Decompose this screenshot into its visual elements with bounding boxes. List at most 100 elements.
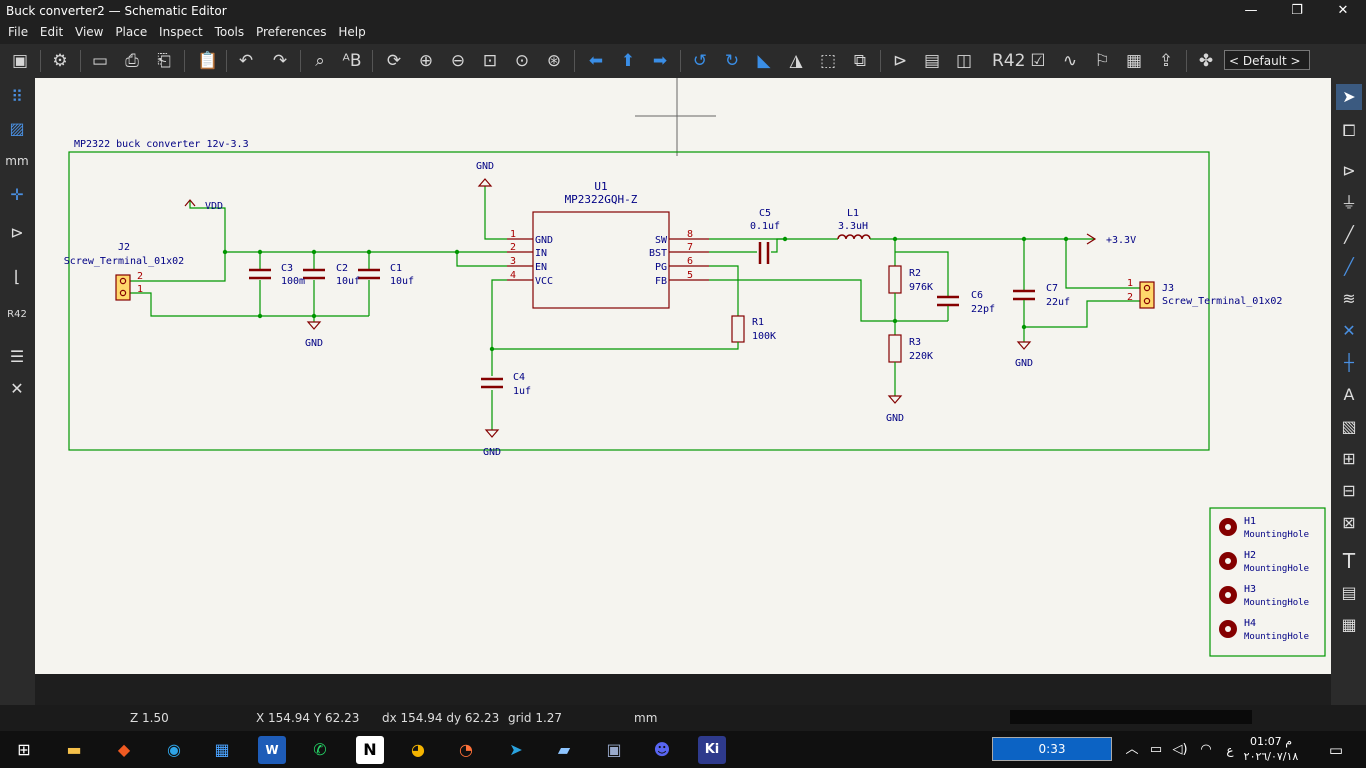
gnd-symbol-input[interactable]	[306, 321, 322, 330]
device-app-icon[interactable]: ▣	[600, 736, 628, 764]
find-replace-icon[interactable]: ᴬB	[340, 49, 364, 73]
rotate-ccw-icon[interactable]: ↺	[688, 49, 712, 73]
r3-body[interactable]	[888, 334, 902, 363]
store-icon[interactable]: ▦	[208, 736, 236, 764]
hierarchy-icon[interactable]: ☰	[4, 344, 30, 370]
menu-file[interactable]: File	[4, 22, 32, 39]
close-button[interactable]: ✕	[1320, 0, 1366, 22]
navigate-forward-icon[interactable]: ➡	[648, 49, 672, 73]
save-icon[interactable]: ▣	[8, 49, 32, 73]
assign-footprints-icon[interactable]: ⚐	[1090, 49, 1114, 73]
refresh-icon[interactable]: ⟳	[382, 49, 406, 73]
word-icon[interactable]: W	[258, 736, 286, 764]
zoom-objects-icon[interactable]: ⊙	[510, 49, 534, 73]
input-caps[interactable]	[249, 268, 380, 280]
add-table-icon[interactable]: ▦	[1336, 612, 1362, 638]
mounting-hole-h2[interactable]	[1219, 552, 1237, 570]
symbol-editor-icon[interactable]: ⊳	[888, 49, 912, 73]
u1-body[interactable]	[532, 211, 670, 309]
schematic-canvas[interactable]: MP2322 buck converter 12v-3.3 U1 MP2322G…	[35, 78, 1331, 674]
undo-icon[interactable]: ↶	[234, 49, 258, 73]
windows-start-icon[interactable]: ⊞	[10, 736, 38, 764]
system-clock[interactable]: 01:07 م ٢٠٢٦/٠٧/١٨	[1226, 734, 1316, 764]
maximize-button[interactable]: ❐	[1274, 0, 1320, 22]
menu-help[interactable]: Help	[334, 22, 369, 39]
pcb-editor-icon[interactable]: ✤	[1194, 49, 1218, 73]
speaker-icon[interactable]: ◁)	[1166, 736, 1194, 764]
overlay-grid-icon[interactable]: ▨	[4, 116, 30, 142]
menu-place[interactable]: Place	[111, 22, 151, 39]
wire-en[interactable]	[456, 252, 507, 267]
properties-icon[interactable]: ✕	[4, 376, 30, 402]
print-icon[interactable]: ⎙	[120, 49, 144, 73]
bom-export-icon[interactable]: ⇪	[1154, 49, 1178, 73]
schematic-setup-icon[interactable]: ⚙	[48, 49, 72, 73]
kicad-icon[interactable]: Ki	[698, 736, 726, 764]
edge-browser-icon[interactable]: ◉	[160, 736, 188, 764]
line-mode-icon[interactable]: ⌊	[4, 264, 30, 290]
add-global-label-icon[interactable]: ▧	[1336, 414, 1362, 440]
group-icon[interactable]: ⬚	[816, 49, 840, 73]
menu-edit[interactable]: Edit	[36, 22, 67, 39]
units-mm-button[interactable]: mm	[4, 148, 30, 174]
notion-icon[interactable]: N	[356, 736, 384, 764]
no-connect-icon[interactable]: ✕	[1336, 318, 1362, 344]
wire-pg[interactable]	[709, 265, 739, 316]
add-power-icon[interactable]: ⏚	[1336, 190, 1362, 216]
mirror-horizontal-icon[interactable]: ◮	[784, 49, 808, 73]
brave-browser-icon[interactable]: ◆	[110, 736, 138, 764]
zoom-selection-icon[interactable]: ⊛	[542, 49, 566, 73]
page-settings-icon[interactable]: ▭	[88, 49, 112, 73]
plot-icon[interactable]: ⎗	[152, 49, 176, 73]
notes-app-icon[interactable]: ▰	[550, 736, 578, 764]
wire-gnd-u1[interactable]	[484, 186, 507, 240]
layout-select[interactable]: < Default >	[1224, 50, 1310, 70]
junction-icon[interactable]: ┼	[1336, 350, 1362, 376]
wire-j3-pin2[interactable]	[1024, 300, 1140, 328]
navigate-up-icon[interactable]: ⬆	[616, 49, 640, 73]
annotate-r42-icon[interactable]: R42	[992, 49, 1025, 73]
menu-preferences[interactable]: Preferences	[252, 22, 331, 39]
add-label-icon[interactable]: A	[1336, 382, 1362, 408]
add-sheet-icon[interactable]: ⊟	[1336, 478, 1362, 504]
cursor-full-icon[interactable]: ✛	[4, 182, 30, 208]
wire-vin-rail[interactable]	[129, 251, 507, 282]
chrome-icon[interactable]: ◕	[404, 736, 432, 764]
bom-table-icon[interactable]: ▦	[1122, 49, 1146, 73]
symbol-library-icon[interactable]: ▤	[920, 49, 944, 73]
zoom-fit-icon[interactable]: ⊡	[478, 49, 502, 73]
add-bus-icon[interactable]: ╱	[1336, 254, 1362, 280]
whatsapp-icon[interactable]: ✆	[306, 736, 334, 764]
navigate-back-icon[interactable]: ⬅	[584, 49, 608, 73]
rotate-cw-icon[interactable]: ↻	[720, 49, 744, 73]
gnd-symbol-top[interactable]	[477, 178, 493, 187]
annotate-icon[interactable]: ◫	[952, 49, 976, 73]
add-hier-label-icon[interactable]: ⊞	[1336, 446, 1362, 472]
simulator-icon[interactable]: ∿	[1058, 49, 1082, 73]
notification-icon[interactable]: ▭	[1322, 736, 1350, 764]
menu-tools[interactable]: Tools	[211, 22, 249, 39]
minimize-button[interactable]: —	[1228, 0, 1274, 22]
add-symbol-icon[interactable]: ⊳	[1336, 158, 1362, 184]
annotation-icon[interactable]: R42	[4, 302, 30, 328]
ungroup-icon[interactable]: ⧉	[848, 49, 872, 73]
add-textbox-icon[interactable]: ▤	[1336, 580, 1362, 606]
wire-r1-vcc[interactable]	[492, 342, 739, 350]
telegram-icon[interactable]: ➤	[502, 736, 530, 764]
l1-inductor[interactable]	[837, 234, 871, 240]
menu-view[interactable]: View	[71, 22, 107, 39]
zoom-out-icon[interactable]: ⊖	[446, 49, 470, 73]
gnd-symbol-c7[interactable]	[1016, 341, 1032, 350]
hidden-pins-icon[interactable]: ⊳	[4, 220, 30, 246]
gnd-symbol-c4[interactable]	[484, 429, 500, 438]
add-text-icon[interactable]: T	[1336, 548, 1362, 574]
media-player-progress[interactable]: 0:33	[992, 737, 1112, 761]
find-icon[interactable]: ⌕	[308, 49, 332, 73]
menu-inspect[interactable]: Inspect	[155, 22, 207, 39]
select-icon[interactable]: ➤	[1336, 84, 1362, 110]
hierarchy-nav-icon[interactable]: ⧠	[1336, 118, 1362, 144]
discord-icon[interactable]: ☻	[648, 736, 676, 764]
grid-icon[interactable]: ⠿	[4, 84, 30, 110]
redo-icon[interactable]: ↷	[268, 49, 292, 73]
gnd-symbol-r3[interactable]	[887, 395, 903, 404]
